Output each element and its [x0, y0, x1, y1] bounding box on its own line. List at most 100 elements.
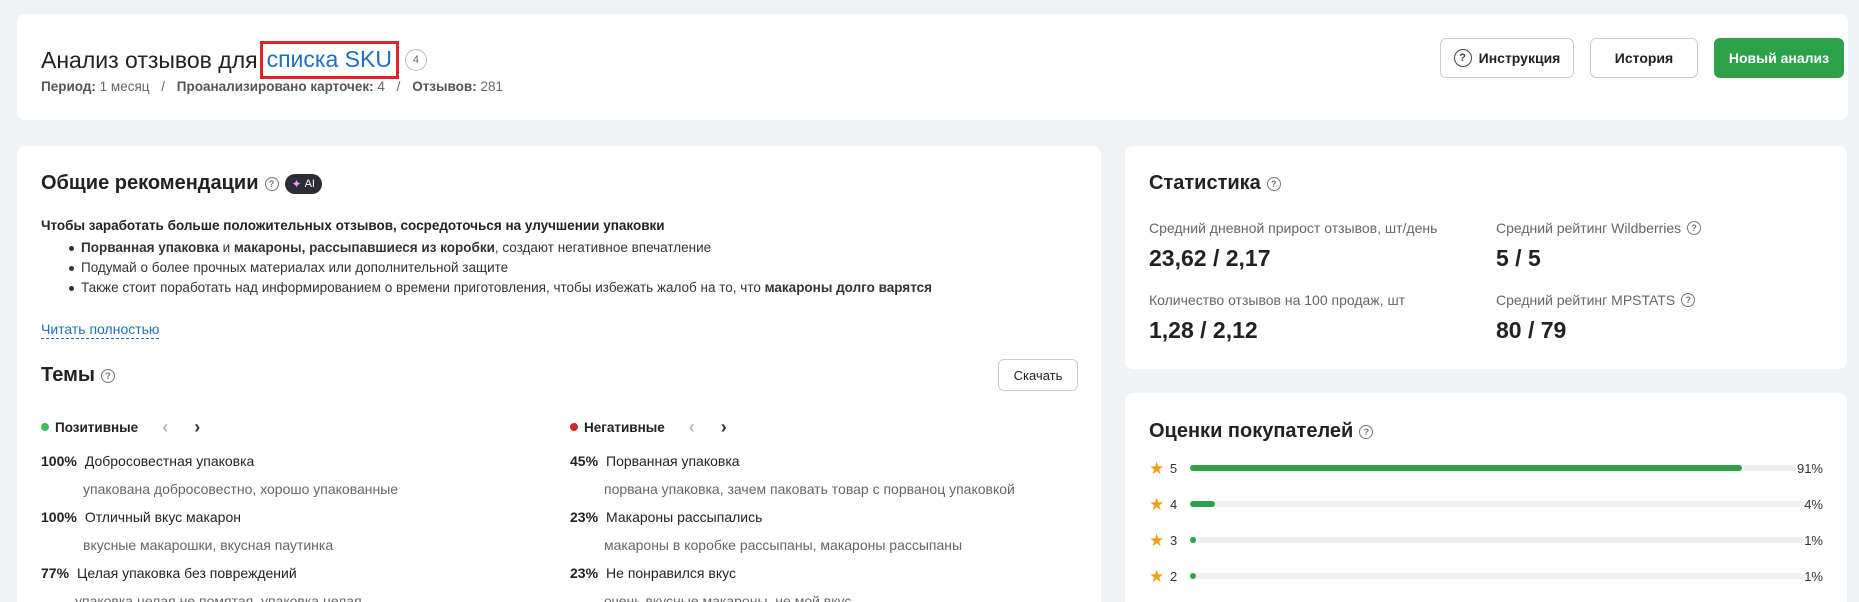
rating-bar-fill: [1189, 465, 1743, 471]
meta-value: 4: [377, 79, 385, 94]
new-analysis-button-label: Новый анализ: [1728, 50, 1830, 66]
stat-label-text: Средний дневной прирост отзывов, шт/день: [1149, 220, 1438, 236]
recommendation-list: Порванная упаковка и макароны, рассыпавш…: [41, 238, 1071, 298]
help-icon[interactable]: ?: [100, 368, 115, 383]
meta-label: Период:: [41, 79, 96, 94]
help-icon: ?: [1453, 49, 1472, 67]
page-title-text: Анализ отзывов для: [41, 46, 258, 73]
text: Также стоит поработать над информировани…: [81, 280, 765, 295]
topic-item[interactable]: 23% Не понравился вкус: [570, 565, 736, 581]
sparkle-icon: ✦: [291, 176, 302, 191]
star-icon: ★: [1149, 566, 1165, 586]
topic-keywords: упаковка целая не помятая, упаковка цела…: [75, 593, 362, 602]
topics-title-text: Темы: [41, 364, 95, 386]
sku-count-badge: 4: [404, 49, 427, 71]
topic-name: Макароны рассыпались: [606, 509, 763, 525]
meta-label: Отзывов:: [412, 79, 477, 94]
positive-dot: [41, 423, 49, 431]
text: , создают негативное впечатление: [494, 240, 712, 255]
topic-name: Отличный вкус макарон: [84, 509, 241, 525]
new-analysis-button[interactable]: Новый анализ: [1714, 38, 1844, 78]
topic-item[interactable]: 23% Макароны рассыпались: [570, 509, 762, 525]
ai-badge: ✦ AI: [284, 173, 322, 194]
chevron-left-icon[interactable]: ‹: [689, 418, 695, 436]
chevron-right-icon[interactable]: ›: [194, 418, 200, 436]
stat-label: Средний рейтинг Wildberries?: [1496, 220, 1702, 236]
recommendations-title-text: Общие рекомендации: [41, 172, 259, 194]
list-item: Порванная упаковка и макароны, рассыпавш…: [41, 238, 1071, 258]
chevron-right-icon[interactable]: ›: [721, 418, 727, 436]
meta-separator: /: [161, 79, 166, 94]
recommendations-title: Общие рекомендации ? ✦ AI: [41, 172, 322, 195]
help-icon[interactable]: ?: [264, 176, 279, 191]
ratings-title: Оценки покупателей ?: [1149, 420, 1374, 443]
topic-item[interactable]: 77% Целая упаковка без повреждений: [41, 565, 297, 581]
stat-value: 80 / 79: [1496, 317, 1567, 343]
help-icon[interactable]: ?: [1359, 424, 1374, 439]
text: Подумай о более прочных материалах или д…: [81, 260, 509, 275]
history-button[interactable]: История: [1590, 38, 1698, 78]
topic-percent: 23%: [570, 565, 599, 581]
stat-label: Количество отзывов на 100 продаж, шт: [1149, 292, 1405, 308]
meta-separator: /: [396, 79, 401, 94]
negative-topics-header: Негативные ‹ ›: [570, 418, 727, 436]
meta-label: Проанализировано карточек:: [176, 79, 374, 94]
topic-name: Добросовестная упаковка: [84, 453, 255, 469]
star-icon: ★: [1149, 530, 1165, 550]
rating-bar-fill: [1190, 537, 1197, 543]
rating-percent: 1%: [1804, 568, 1823, 584]
topic-name: Порванная упаковка: [606, 453, 740, 469]
topic-item[interactable]: 45% Порванная упаковка: [570, 453, 740, 469]
rating-bar-fill: [1190, 573, 1197, 579]
topic-percent: 100%: [41, 453, 77, 469]
rating-percent: 91%: [1796, 460, 1823, 476]
statistics-title: Статистика ?: [1149, 172, 1281, 195]
instruction-button-label: Инструкция: [1478, 50, 1561, 66]
star-icon: ★: [1149, 494, 1165, 514]
stat-label: Средний дневной прирост отзывов, шт/день: [1149, 220, 1437, 236]
topic-percent: 23%: [570, 509, 599, 525]
page-title: Анализ отзывов для списка SKU 4: [41, 41, 427, 79]
read-more-link[interactable]: Читать полностью: [41, 321, 160, 339]
meta-value: 1 месяц: [99, 79, 150, 94]
stat-label-text: Средний рейтинг MPSTATS: [1496, 292, 1676, 308]
sku-list-link[interactable]: списка SKU: [267, 46, 392, 72]
rating-stars: 2: [1170, 568, 1178, 584]
help-icon[interactable]: ?: [1681, 293, 1696, 307]
download-button-label: Скачать: [1013, 367, 1063, 383]
ratings-card: Оценки покупателей ? ★ 5 91% ★ 4 4% ★ 3 …: [1125, 393, 1847, 602]
negative-label: Негативные: [584, 419, 665, 435]
stat-label: Средний рейтинг MPSTATS?: [1496, 292, 1696, 308]
star-icon: ★: [1149, 458, 1165, 478]
list-item: Также стоит поработать над информировани…: [41, 278, 1071, 298]
topic-name: Не понравился вкус: [606, 565, 736, 581]
help-icon[interactable]: ?: [1687, 221, 1702, 235]
topic-keywords: макароны в коробке рассыпаны, макароны р…: [604, 537, 963, 553]
rating-bar: [1190, 537, 1804, 543]
rating-bar: [1190, 573, 1804, 579]
recommendation-summary: Чтобы заработать больше положительных от…: [41, 218, 665, 233]
sku-list-highlight: списка SKU: [259, 41, 399, 79]
topic-keywords: порвана упаковка, зачем паковать товар с…: [604, 481, 1015, 497]
rating-stars: 3: [1170, 532, 1178, 548]
stat-value: 5 / 5: [1496, 245, 1541, 271]
topic-item[interactable]: 100% Добросовестная упаковка: [41, 453, 254, 469]
recommendations-card: Общие рекомендации ? ✦ AI Чтобы заработат…: [17, 146, 1101, 602]
topic-item[interactable]: 100% Отличный вкус макарон: [41, 509, 241, 525]
rating-row: ★ 3 1%: [1149, 530, 1823, 550]
ai-badge-label: AI: [304, 177, 315, 190]
rating-bar-fill: [1190, 501, 1215, 507]
rating-percent: 1%: [1804, 532, 1823, 548]
download-button[interactable]: Скачать: [998, 359, 1078, 391]
list-item: Подумай о более прочных материалах или д…: [41, 258, 1071, 278]
instruction-button[interactable]: ? Инструкция: [1440, 38, 1574, 78]
meta-value: 281: [480, 79, 503, 94]
ratings-title-text: Оценки покупателей: [1149, 420, 1354, 442]
stat-value: 1,28 / 2,12: [1149, 317, 1258, 343]
statistics-title-text: Статистика: [1149, 172, 1261, 194]
topic-name: Целая упаковка без повреждений: [77, 565, 297, 581]
rating-bar: [1189, 465, 1797, 471]
rating-row: ★ 2 1%: [1149, 566, 1823, 586]
chevron-left-icon[interactable]: ‹: [162, 418, 168, 436]
help-icon[interactable]: ?: [1266, 176, 1281, 191]
